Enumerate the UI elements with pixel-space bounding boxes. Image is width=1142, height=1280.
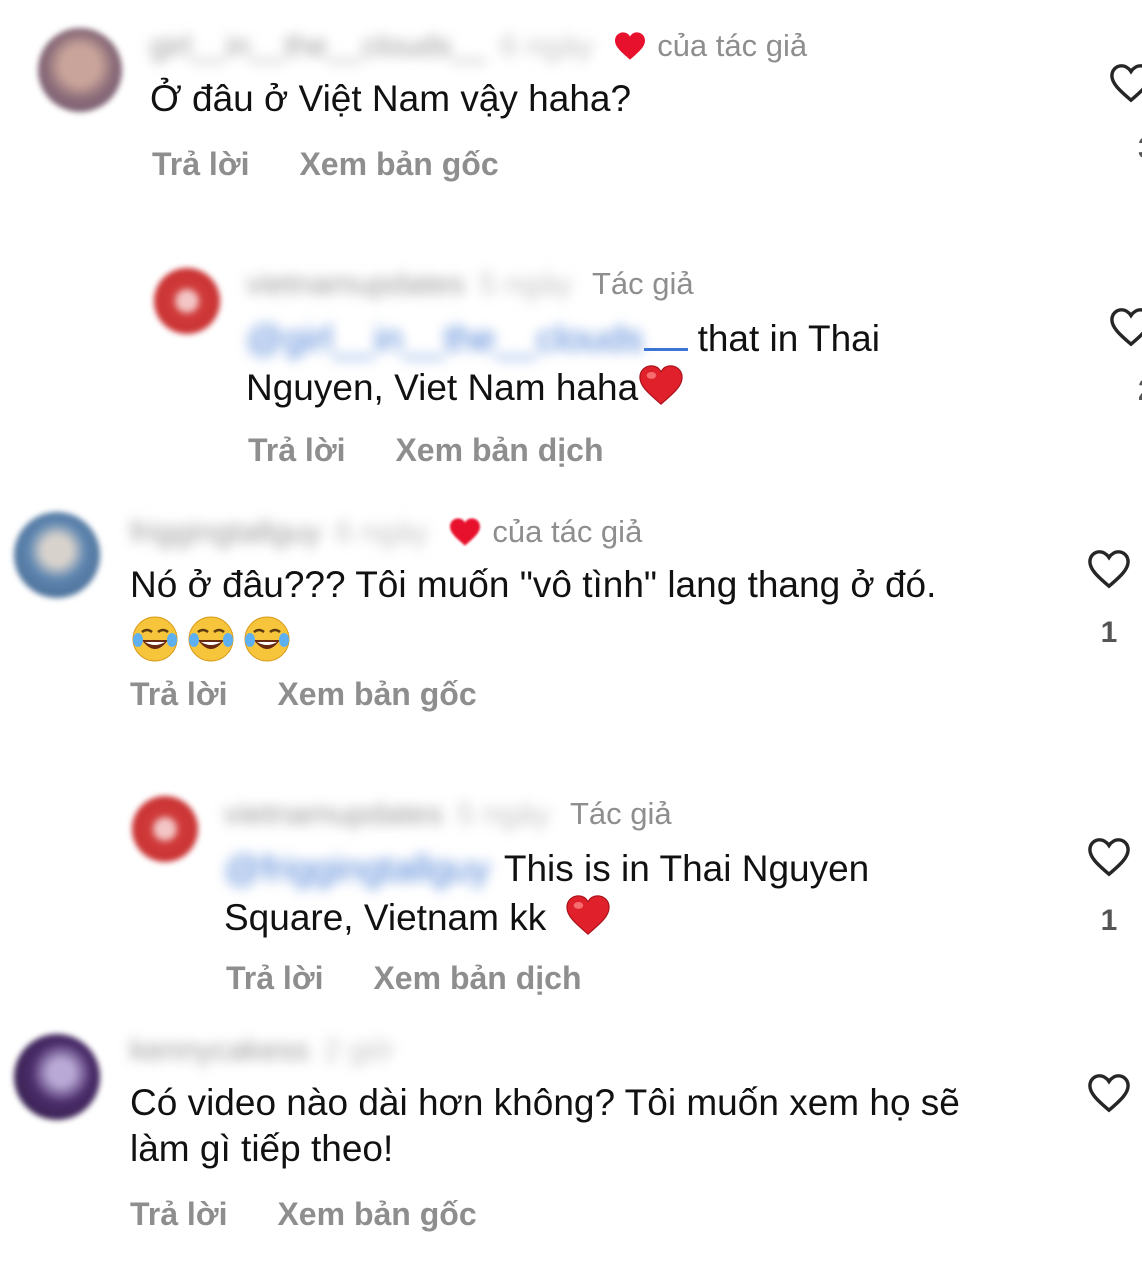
timestamp: 5 ngày [456,796,550,831]
text-line: Có video nào dài hơn không? Tôi muốn xem… [130,1082,960,1123]
reply-button[interactable]: Trả lời [226,960,323,997]
avatar[interactable] [14,1034,100,1120]
reply-button[interactable]: Trả lời [152,146,249,183]
heart-filled-icon [615,32,646,60]
avatar[interactable] [154,268,220,334]
like-count: 3 [1138,132,1142,166]
red-heart-emoji [565,895,610,935]
username[interactable]: vietnamupdates [246,266,465,302]
like-control: 3 [1108,62,1142,166]
comment-meta: vietnamupdates 5 ngày Tác giả [246,264,694,304]
author-liked-label: của tác giả [492,514,643,549]
heart-outline-icon[interactable] [1086,1072,1132,1114]
comment-text: @friggingtallguy This is in Thai Nguyen S… [224,846,869,941]
text-line: that in Thai [697,318,880,359]
timestamp: 6 ngày [335,514,429,549]
mention-link[interactable]: @friggingtallguy [224,848,490,889]
heart-outline-icon[interactable] [1086,836,1132,878]
like-control: 2 [1108,306,1142,408]
emoji-row [130,614,936,664]
like-control [1086,1072,1132,1114]
see-original-button[interactable]: Xem bản gốc [299,146,498,183]
reply-button[interactable]: Trả lời [130,1196,227,1233]
comment-text: @girl__in__the__clouds that in Thai Nguye… [246,316,880,411]
reply-button[interactable]: Trả lời [130,676,227,713]
comment-text: Có video nào dài hơn không? Tôi muốn xem… [130,1080,960,1172]
laughing-tears-emoji [132,616,178,662]
text-line: Square, Vietnam kk [224,897,547,938]
comment-meta: girl__in__the__clouds__ 6 ngày của tác g… [150,26,807,66]
comment-meta: friggingtallguy 6 ngày của tác giả [130,512,642,552]
author-liked-label: của tác giả [657,28,808,63]
timestamp: 6 ngày [500,28,594,63]
see-translation-button[interactable]: Xem bản dịch [395,432,603,469]
comment-meta: kennycakess 2 giờ [130,1030,414,1070]
author-badge: Tác giả [591,266,694,301]
text-line: làm gì tiếp theo! [130,1128,394,1169]
heart-outline-icon[interactable] [1108,306,1142,348]
comment-meta: vietnamupdates 5 ngày Tác giả [224,794,672,834]
author-badge: Tác giả [569,796,672,831]
timestamp: 5 ngày [478,266,572,301]
avatar[interactable] [14,512,100,598]
heart-filled-icon [450,518,481,546]
like-control: 1 [1086,548,1132,650]
mention-underline [643,318,688,351]
avatar[interactable] [132,796,198,862]
text-line: This is in Thai Nguyen [503,848,870,889]
red-heart-emoji [639,365,683,405]
heart-outline-icon[interactable] [1108,62,1142,104]
heart-outline-icon[interactable] [1086,548,1132,590]
timestamp: 2 giờ [323,1032,394,1067]
mention-link[interactable]: @girl__in__the__clouds [246,318,644,359]
text-line: Nó ở đâu??? Tôi muốn "vô tình" lang than… [130,564,937,605]
see-original-button[interactable]: Xem bản gốc [277,1196,476,1233]
comment-text: Nó ở đâu??? Tôi muốn "vô tình" lang than… [130,562,936,664]
username[interactable]: kennycakess [130,1032,309,1068]
like-count: 1 [1100,616,1118,649]
text-line: Nguyen, Viet Nam haha [246,367,639,408]
see-original-button[interactable]: Xem bản gốc [277,676,476,713]
like-count: 1 [1100,904,1118,937]
username[interactable]: girl__in__the__clouds__ [150,28,486,64]
comment-text: Ở đâu ở Việt Nam vậy haha? [150,78,632,119]
like-count: 2 [1138,374,1142,408]
like-control: 1 [1086,836,1132,938]
reply-button[interactable]: Trả lời [248,432,345,469]
username[interactable]: friggingtallguy [130,514,321,550]
laughing-tears-emoji [188,616,234,662]
username[interactable]: vietnamupdates [224,796,443,832]
see-translation-button[interactable]: Xem bản dịch [373,960,581,997]
laughing-tears-emoji [244,616,290,662]
avatar[interactable] [38,28,122,112]
